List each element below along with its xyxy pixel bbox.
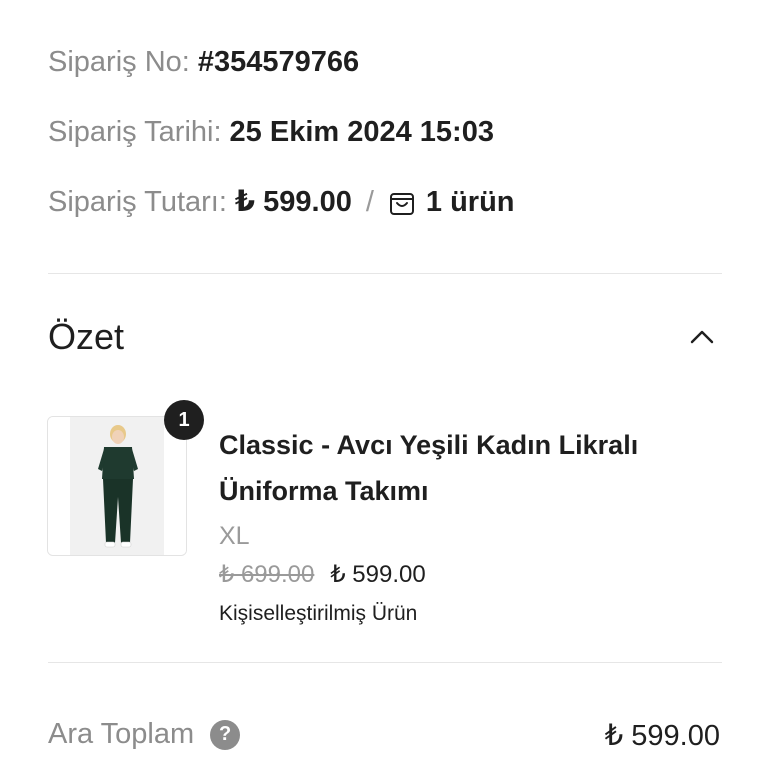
- order-date-value: 25 Ekim 2024 15:03: [229, 116, 494, 148]
- order-number-value: #354579766: [197, 46, 360, 78]
- quantity-badge: 1: [164, 400, 204, 440]
- order-date-row: Sipariş Tarihi: 25 Ekim 2024 15:03: [48, 118, 494, 147]
- product-thumbnail[interactable]: [47, 416, 187, 556]
- order-total-row: Sipariş Tutarı: ₺ 599.00 / 1 ürün: [48, 188, 515, 217]
- order-date-label: Sipariş Tarihi:: [48, 116, 222, 148]
- order-number-row: Sipariş No: #354579766: [48, 48, 359, 77]
- subtotal-value: ₺ 599.00: [604, 720, 720, 752]
- chevron-up-icon[interactable]: [688, 326, 716, 346]
- summary-title: Özet: [48, 316, 125, 357]
- question-mark-icon[interactable]: ?: [210, 719, 241, 750]
- subtotal-row: Ara Toplam ?: [48, 718, 241, 751]
- order-total-label: Sipariş Tutarı:: [48, 186, 227, 218]
- product-name[interactable]: Classic - Avcı Yeşili Kadın Likralı Ünif…: [219, 422, 719, 514]
- price-row: ₺ 699.00 ₺ 599.00: [219, 560, 426, 589]
- item-count: 1 ürün: [425, 186, 515, 218]
- separator: /: [365, 186, 374, 218]
- divider: [48, 273, 722, 274]
- divider: [48, 662, 722, 663]
- product-variant: XL: [219, 522, 250, 550]
- order-total-value: ₺ 599.00: [234, 186, 352, 218]
- old-price: ₺ 699.00: [219, 561, 315, 588]
- shopping-bag-icon: [388, 189, 416, 217]
- order-number-label: Sipariş No:: [48, 46, 190, 78]
- current-price: ₺ 599.00: [330, 561, 426, 588]
- personalized-note: Kişiselleştirilmiş Ürün: [219, 602, 418, 625]
- subtotal-label: Ara Toplam: [48, 718, 195, 750]
